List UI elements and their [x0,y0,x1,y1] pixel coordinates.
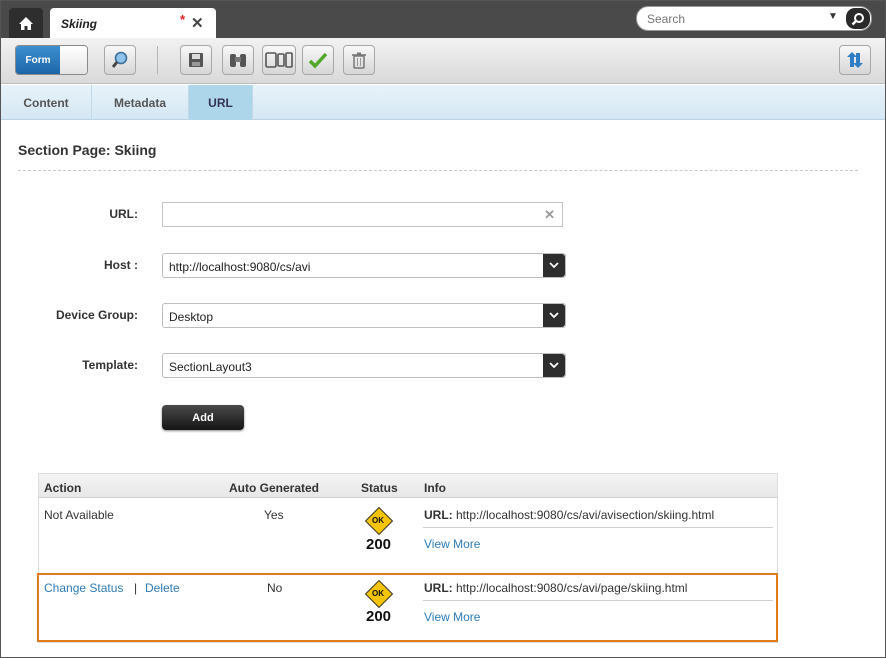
devices-icon [265,52,293,68]
toolbar-divider [157,46,158,74]
device-group-select[interactable]: Desktop [162,303,566,328]
info-url-label: URL: [424,508,453,522]
approve-button[interactable] [302,45,334,75]
title-divider [18,170,858,171]
host-select-value: http://localhost:9080/cs/avi [169,260,311,274]
tab-content[interactable]: Content [1,85,92,120]
column-header-info: Info [424,481,446,495]
device-preview-button[interactable] [262,45,296,75]
sync-arrows-icon [847,52,863,68]
info-url: http://localhost:9080/cs/avi/avisection/… [456,508,715,522]
search-button[interactable] [846,8,870,29]
template-select-value: SectionLayout3 [169,360,252,374]
search-dropdown-icon[interactable]: ▼ [828,11,838,22]
close-tab-icon[interactable]: ✕ [191,14,204,32]
home-icon [19,16,33,30]
info-divider [423,527,773,528]
toolbar: Form [1,38,885,84]
chevron-down-icon [543,304,565,327]
app-window: Skiing * ✕ ▼ Form [0,0,886,658]
find-button[interactable] [222,45,254,75]
refresh-button[interactable] [839,45,871,75]
delete-button[interactable] [343,45,375,75]
trash-icon [352,52,366,69]
unsaved-marker: * [180,12,186,27]
search-box: ▼ [636,6,872,31]
document-tab-title: Skiing [61,17,98,31]
form-toggle-label: Form [16,46,60,74]
device-group-select-value: Desktop [169,310,214,324]
chevron-down-icon [543,254,565,277]
template-label: Template: [82,358,138,372]
host-label: Host : [104,258,138,272]
top-tab-bar: Skiing * ✕ ▼ [1,1,885,38]
action-text: Not Available [44,508,114,522]
auto-generated-value: Yes [264,508,284,522]
table-header: Action Auto Generated Status Info [39,474,777,498]
status-code: 200 [366,536,392,553]
checkmark-icon [308,52,328,69]
host-select[interactable]: http://localhost:9080/cs/avi [162,253,566,278]
status-ok-label: OK [372,516,384,525]
tab-metadata[interactable]: Metadata [92,85,189,120]
preview-magnifier-icon [111,51,128,68]
chevron-down-icon [543,354,565,377]
document-tab[interactable]: Skiing * ✕ [50,8,216,38]
url-field: ✕ [162,202,563,227]
add-button[interactable]: Add [162,405,244,430]
column-header-auto-generated: Auto Generated [229,481,320,495]
home-button[interactable] [9,8,43,38]
column-header-action: Action [44,481,82,495]
search-input[interactable] [647,11,817,27]
binoculars-icon [230,54,246,67]
tab-url[interactable]: URL [189,85,253,120]
device-group-label: Device Group: [55,308,138,322]
sub-tab-bar: Content Metadata URL [1,85,885,120]
selected-row-highlight [37,573,778,642]
table-row: Not Available Yes OK 200 URL: http://loc… [39,499,777,573]
template-select[interactable]: SectionLayout3 [162,353,566,378]
toggle-knob [60,46,87,74]
url-input[interactable] [168,207,538,223]
form-view-toggle[interactable]: Form [15,45,88,75]
page-title: Section Page: Skiing [18,142,157,158]
magnifier-icon [851,12,864,25]
save-button[interactable] [180,45,212,75]
clear-icon[interactable]: ✕ [544,207,555,223]
url-label: URL: [109,207,138,221]
preview-button[interactable] [104,45,136,75]
view-more-link[interactable]: View More [424,537,480,551]
save-icon [189,53,203,67]
column-header-status: Status [361,481,398,495]
